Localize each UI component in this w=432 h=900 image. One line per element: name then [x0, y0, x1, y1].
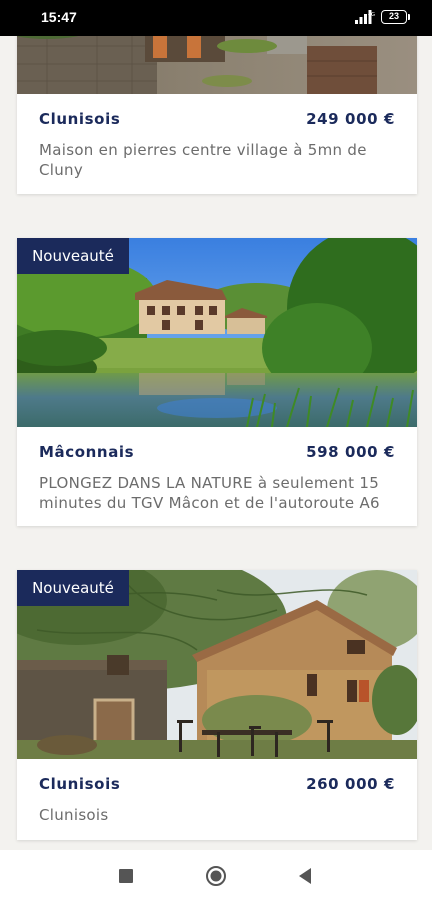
home-icon[interactable] [205, 865, 227, 887]
listing-description: Clunisois [39, 806, 109, 824]
new-listing-badge: Nouveauté [17, 570, 129, 606]
battery-icon: 23 [381, 10, 410, 24]
listing-description: Maison en pierres centre village à 5mn d… [39, 141, 367, 179]
listing-card[interactable]: Nouveauté Clunisois 260 000 € Clunisois [17, 570, 417, 840]
listing-price: 598 000 € [306, 443, 395, 461]
navigation-bar [0, 850, 432, 900]
listing-card[interactable]: Nouveauté Mâconnais 598 000 € PLONGEZ DA… [17, 238, 417, 526]
listing-info[interactable]: Clunisois 260 000 € Clunisois [17, 759, 417, 840]
listing-price: 249 000 € [306, 110, 395, 128]
listing-description: PLONGEZ DANS LA NATURE à seulement 15 mi… [39, 474, 380, 512]
listing-photo[interactable]: Nouveauté [17, 570, 417, 759]
recents-icon[interactable] [115, 865, 137, 887]
listing-card[interactable]: Clunisois 249 000 € Maison en pierres ce… [17, 36, 417, 194]
battery-level: 23 [381, 10, 407, 24]
listing-location: Clunisois [39, 775, 121, 793]
listing-info[interactable]: Clunisois 249 000 € Maison en pierres ce… [17, 94, 417, 194]
listing-price: 260 000 € [306, 775, 395, 793]
svg-text:4G: 4G [368, 12, 375, 18]
listing-location: Mâconnais [39, 443, 135, 461]
signal-icon: 4G [355, 10, 375, 24]
status-bar: 15:47 4G 23 [0, 0, 432, 36]
listing-location: Clunisois [39, 110, 121, 128]
new-listing-badge: Nouveauté [17, 238, 129, 274]
listing-feed[interactable]: Clunisois 249 000 € Maison en pierres ce… [0, 36, 432, 850]
listing-photo[interactable]: Nouveauté [17, 238, 417, 427]
listing-photo[interactable] [17, 36, 417, 94]
listing-info[interactable]: Mâconnais 598 000 € PLONGEZ DANS LA NATU… [17, 427, 417, 526]
status-icons: 4G 23 [355, 10, 410, 24]
back-icon[interactable] [294, 865, 316, 887]
status-time: 15:47 [41, 9, 77, 25]
